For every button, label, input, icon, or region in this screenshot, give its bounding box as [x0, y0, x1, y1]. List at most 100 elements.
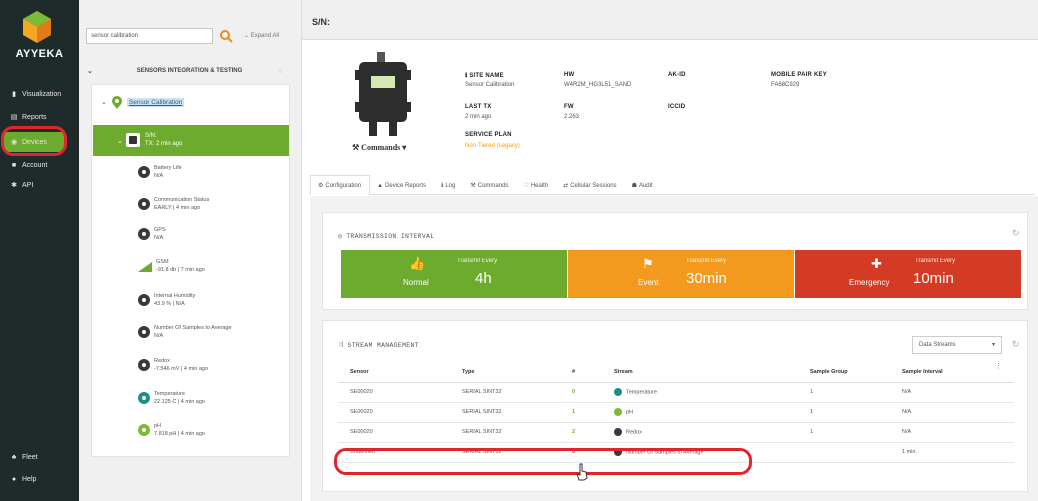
sensor-item[interactable]: Internal Humidity 43.9 % | N/A — [138, 292, 195, 308]
nav-item-label: Reports — [22, 113, 47, 121]
communication-sensor-icon — [138, 198, 150, 210]
tab-cellular-sessions[interactable]: ⇄ Cellular Sessions — [556, 174, 624, 194]
sensor-item[interactable]: Redox -7.546 mV | 4 min ago — [138, 357, 208, 373]
sensor-item[interactable]: Communication Status EARLY | 4 min ago — [138, 196, 209, 212]
redox-stream-icon — [614, 428, 622, 436]
table-row[interactable]: SE00020 SERIAL SINT32 1 pH 1 N/A — [338, 402, 1014, 423]
transmission-interval-title: ◷ TRANSMISSION INTERVAL — [338, 232, 435, 241]
hw-label: HW — [564, 72, 575, 78]
nav-item-visualization[interactable]: ▮ Visualization — [10, 87, 61, 101]
sensor-name: pH — [154, 423, 162, 429]
nav-item-reports[interactable]: ▤ Reports — [10, 110, 47, 124]
transmit-state: Emergency — [849, 278, 890, 287]
hand-cursor-icon — [576, 463, 588, 481]
transmit-event-box[interactable]: ⚑ Event Transmit Every 30min — [568, 250, 794, 298]
sensor-item[interactable]: Battery Life N/A — [138, 164, 182, 180]
wrench-icon: ⚙ — [318, 183, 324, 189]
tab-device-reports[interactable]: ▲ Device Reports — [370, 174, 434, 194]
column-header[interactable]: Sensor — [338, 362, 450, 383]
expand-all-button[interactable]: ⌄ Expand All — [244, 32, 279, 39]
transmit-label: Transmit Every — [686, 258, 727, 264]
site-pin-icon — [111, 96, 122, 109]
chevron-down-icon: ⌄ — [101, 99, 107, 106]
device-tabs: ⚙ Configuration ▲ Device Reports ℹ Log ⚒ Com… — [310, 175, 1034, 195]
selected-device-node[interactable]: ⌄ S/N: TX: 2 min ago — [93, 125, 289, 156]
sensor-value: EARLY | 4 min ago — [154, 205, 201, 211]
chart-icon: ▮ — [12, 91, 16, 98]
type-cell: SERIAL SINT32 — [450, 422, 560, 443]
column-header[interactable]: Sample Interval — [890, 362, 1014, 383]
nav-item-api[interactable]: ✱ API — [10, 178, 33, 192]
tree-section-header[interactable]: ⌄ SENSORS INTEGRATION & TESTING ○ — [87, 60, 292, 82]
battery-sensor-icon — [138, 166, 150, 178]
stream-cell: pH — [602, 402, 798, 423]
last-tx-value: 2 min ago — [465, 114, 492, 120]
sensor-name: Temperature — [154, 391, 185, 397]
service-plan-value[interactable]: Non-Tiered (Legacy) — [465, 143, 520, 149]
nav-item-fleet[interactable]: ♣ Fleet — [10, 450, 38, 464]
transmit-value: 30min — [686, 270, 727, 287]
device-image — [355, 52, 411, 136]
ph-stream-icon — [614, 408, 622, 416]
sensor-name: Internal Humidity — [154, 293, 196, 299]
tab-configuration[interactable]: ⚙ Configuration — [310, 175, 371, 195]
temperature-stream-icon — [614, 388, 622, 396]
tab-commands[interactable]: ⚒ Commands — [463, 174, 516, 194]
fleet-icon: ♣ — [11, 453, 17, 461]
sensor-name: Communication Status — [154, 197, 210, 203]
transmit-state: Event — [638, 278, 659, 287]
tab-audit[interactable]: ☗ Audit — [625, 174, 661, 194]
transmit-emergency-box[interactable]: ✚ Emergency Transmit Every 10min — [795, 250, 1021, 298]
data-streams-select[interactable]: Data Streams ▾ — [912, 336, 1002, 354]
sensor-item[interactable]: GSM -91.8 db | 7 min ago — [138, 258, 205, 274]
mobile-pair-key-value: FA68C929 — [771, 82, 800, 88]
audit-icon: ☗ — [631, 183, 637, 189]
search-icon[interactable] — [219, 28, 233, 44]
device-search-input[interactable]: sensor calibration — [86, 28, 213, 44]
sensor-value: 22.125 C | 4 min ago — [154, 399, 205, 405]
refresh-icon[interactable]: ↻ — [1012, 339, 1020, 350]
interval-cell: N/A — [890, 382, 1014, 403]
fw-label: FW — [564, 104, 574, 110]
column-header[interactable]: Sample Group — [798, 362, 890, 383]
sensor-item[interactable]: Temperature 22.125 C | 4 min ago — [138, 390, 205, 406]
sensor-value: N/A — [154, 333, 164, 339]
tree-site-node[interactable]: ⌄ Sensor Calibration — [101, 95, 185, 109]
undefined-row-highlight-annotation — [334, 448, 752, 475]
sensor-value: N/A — [154, 173, 164, 179]
tab-log[interactable]: ℹ Log — [434, 174, 463, 194]
last-tx-label: LAST TX — [465, 104, 492, 110]
humidity-sensor-icon — [138, 294, 150, 306]
shuffle-icon: ⤨ — [338, 341, 344, 348]
nav-item-account[interactable]: ■ Account — [10, 158, 47, 172]
tab-health[interactable]: ♡ Health — [516, 174, 556, 194]
commands-dropdown[interactable]: ⚒ Commands ▾ — [352, 143, 406, 152]
table-row[interactable]: SE00020 SERIAL SINT32 2 Redox 1 N/A — [338, 422, 1014, 443]
nav-item-help[interactable]: ● Help — [10, 472, 37, 486]
transmit-label: Transmit Every — [457, 258, 498, 264]
site-name-value: Sensor Calibration — [465, 82, 515, 88]
sensor-name: Number Of Samples to Average — [154, 325, 232, 331]
account-icon: ■ — [11, 161, 17, 169]
transmit-normal-box[interactable]: 👍 Normal Transmit Every 4h — [341, 250, 567, 298]
command-icon: ⚒ — [470, 183, 476, 189]
nav-item-label: Visualization — [22, 90, 62, 98]
table-row[interactable]: SE00020 SERIAL SINT32 0 Temperature 1 N/… — [338, 382, 1014, 403]
gps-sensor-icon — [138, 228, 150, 240]
site-label: Sensor Calibration — [126, 97, 185, 107]
column-header[interactable]: # — [560, 362, 602, 383]
sensor-item[interactable]: GPS N/A — [138, 226, 166, 242]
refresh-icon[interactable]: ↻ — [1012, 228, 1020, 239]
sensor-value: N/A — [154, 235, 164, 241]
ayyeka-logo-icon — [23, 11, 51, 43]
column-header[interactable]: Type — [450, 362, 560, 383]
sensor-item[interactable]: pH 7.818 pH | 4 min ago — [138, 422, 205, 438]
device-last-tx: TX: 2 min ago — [145, 141, 183, 147]
column-header[interactable]: Stream — [602, 362, 798, 383]
thumbs-up-icon: 👍 — [409, 256, 426, 271]
brand-name: AYYEKA — [15, 48, 64, 60]
sensor-item[interactable]: Number Of Samples to Average N/A — [138, 324, 232, 340]
gear-icon[interactable]: ○ — [278, 68, 292, 75]
section-title: SENSORS INTEGRATION & TESTING — [136, 68, 243, 74]
page-title: S/N: — [312, 17, 330, 27]
